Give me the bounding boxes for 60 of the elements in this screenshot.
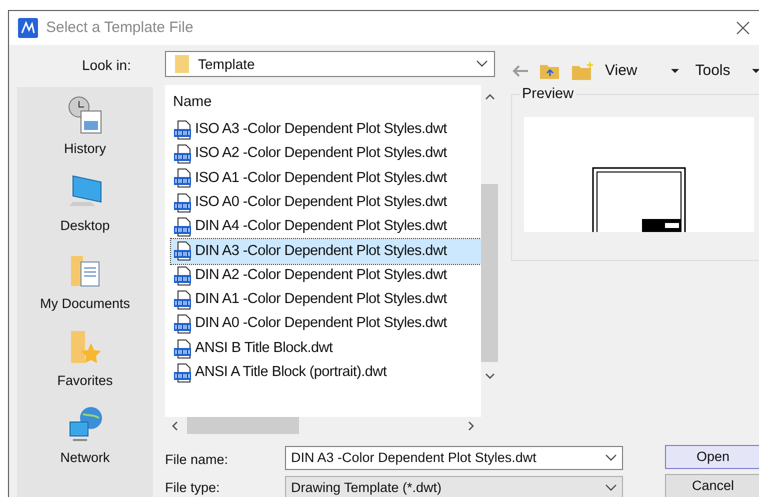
file-icon: [173, 168, 193, 188]
file-list-item[interactable]: ISO A2 -Color Dependent Plot Styles.dwt: [171, 142, 481, 166]
file-list-item[interactable]: DIN A2 -Color Dependent Plot Styles.dwt: [171, 264, 481, 288]
file-icon: [173, 314, 193, 334]
file-list-item[interactable]: ANSI B Title Block.dwt: [171, 336, 481, 361]
file-list-item[interactable]: DIN A3 -Color Dependent Plot Styles.dwt: [171, 239, 481, 264]
tools-menu-button[interactable]: Tools: [695, 60, 759, 82]
cancel-button[interactable]: Cancel: [665, 474, 759, 497]
places-label: History: [64, 140, 106, 158]
places-item[interactable]: Favorites: [17, 326, 153, 391]
places-item[interactable]: Desktop: [17, 172, 153, 236]
scroll-up-icon[interactable]: [484, 93, 494, 101]
open-button[interactable]: Open: [665, 445, 759, 469]
file-icon: [173, 144, 193, 164]
file-list-item[interactable]: ISO A1 -Color Dependent Plot Styles.dwt: [171, 166, 481, 191]
file-icon: [173, 120, 193, 140]
places-item[interactable]: History: [17, 95, 153, 160]
look-in-label: Look in:: [82, 56, 131, 75]
file-list-item[interactable]: DIN A4 -Color Dependent Plot Styles.dwt: [171, 214, 481, 240]
file-icon: [173, 266, 193, 286]
dropdown-caret-icon: [605, 454, 617, 462]
places-label: My Documents: [40, 294, 130, 313]
file-icon: [173, 338, 193, 359]
app-logo-icon: [18, 18, 38, 38]
folder-up-icon[interactable]: [539, 62, 561, 80]
scroll-down-icon[interactable]: [484, 372, 494, 380]
scrollbar-thumb[interactable]: [187, 417, 299, 434]
places-item[interactable]: Network: [17, 404, 153, 468]
file-name-field[interactable]: DIN A3 -Color Dependent Plot Styles.dwt: [285, 446, 623, 470]
look-in-dropdown[interactable]: Template: [165, 51, 495, 77]
places-label: Desktop: [60, 217, 110, 236]
dropdown-caret-icon: [476, 60, 488, 68]
scroll-right-icon[interactable]: [467, 420, 475, 430]
file-icon: [173, 362, 193, 383]
file-list-item[interactable]: ANSI A Title Block (portrait).dwt: [171, 360, 481, 386]
file-list-item[interactable]: ISO A3 -Color Dependent Plot Styles.dwt: [171, 118, 481, 142]
file-icon: [173, 241, 193, 262]
dropdown-caret-icon: [752, 69, 759, 73]
file-type-label: File type:: [165, 479, 221, 497]
scroll-left-icon[interactable]: [171, 420, 179, 430]
file-icon: [173, 290, 193, 310]
dropdown-caret-icon: [671, 69, 680, 73]
close-icon[interactable]: [735, 20, 751, 36]
file-name-label: File name:: [165, 451, 230, 469]
file-type-dropdown[interactable]: Drawing Template (*.dwt): [285, 476, 623, 497]
places-label: Network: [60, 449, 110, 467]
folder-icon: [174, 54, 192, 74]
file-list-item[interactable]: DIN A1 -Color Dependent Plot Styles.dwt: [171, 288, 481, 312]
scrollbar-thumb[interactable]: [481, 184, 498, 362]
file-list-item[interactable]: ISO A0 -Color Dependent Plot Styles.dwt: [171, 190, 481, 215]
places-label: Favorites: [57, 372, 113, 390]
file-list-item[interactable]: DIN A0 -Color Dependent Plot Styles.dwt: [171, 312, 481, 336]
places-item[interactable]: My Documents: [17, 250, 153, 314]
file-icon: [173, 217, 193, 238]
back-arrow-icon[interactable]: [511, 64, 529, 78]
file-icon: [173, 192, 193, 213]
view-menu-button[interactable]: View: [605, 60, 680, 82]
name-column-header[interactable]: Name: [173, 92, 481, 114]
window-title: Select a Template File: [46, 18, 194, 38]
dropdown-caret-icon: [605, 484, 617, 492]
